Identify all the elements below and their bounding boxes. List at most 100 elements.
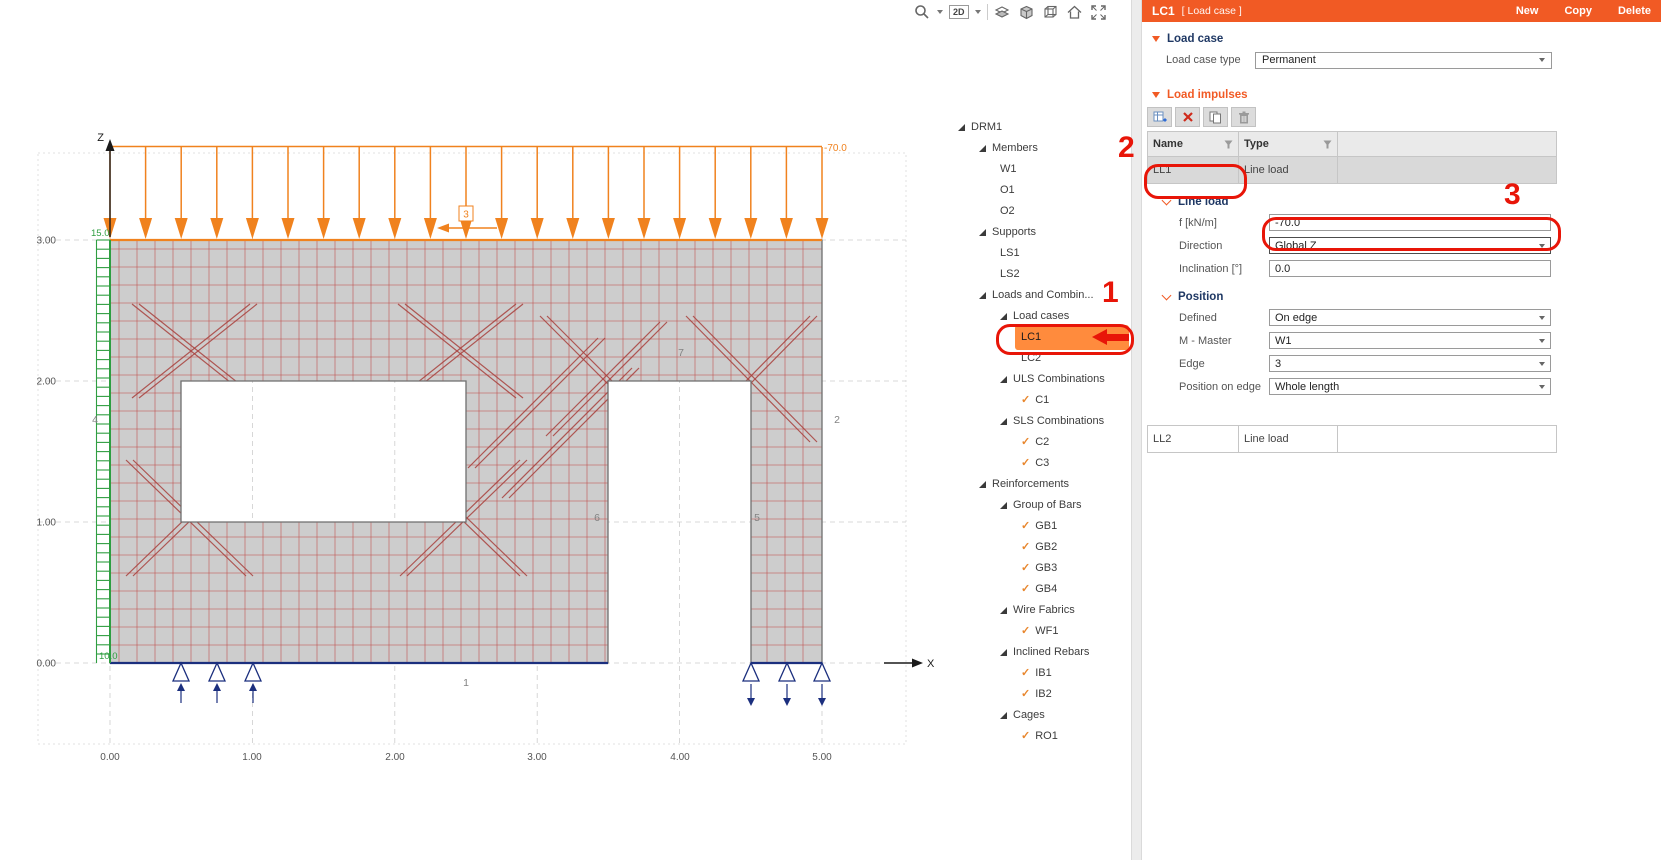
f-input[interactable]: [1269, 214, 1551, 231]
delete-button[interactable]: Delete: [1618, 5, 1651, 17]
checkbox-checked-icon[interactable]: ✓: [1021, 453, 1030, 474]
tree-item-ls1[interactable]: LS1: [950, 243, 1131, 264]
line-load-subsection[interactable]: Line load: [1161, 195, 1557, 208]
expand-icon[interactable]: [979, 292, 986, 299]
bottom-supports[interactable]: [171, 661, 832, 706]
checkbox-checked-icon[interactable]: ✓: [1021, 390, 1030, 411]
expand-icon[interactable]: [1000, 649, 1007, 656]
inclination-input[interactable]: [1269, 260, 1551, 277]
column-type[interactable]: Type: [1239, 132, 1338, 156]
master-select[interactable]: W1: [1269, 332, 1551, 349]
tree-item-gb1[interactable]: ✓ GB1: [950, 516, 1131, 537]
line-support-left[interactable]: [95, 239, 111, 663]
tree-item-lc1[interactable]: LC1: [950, 325, 1131, 350]
checkbox-checked-icon[interactable]: ✓: [1021, 432, 1030, 453]
tree-item-o2[interactable]: O2: [950, 201, 1131, 222]
view-mode-select[interactable]: 2D: [949, 5, 969, 19]
checkbox-checked-icon[interactable]: ✓: [1021, 537, 1030, 558]
tree-item-wf1[interactable]: ✓ WF1: [950, 621, 1131, 642]
new-button[interactable]: New: [1516, 5, 1539, 17]
tree-item-supports[interactable]: Supports: [950, 222, 1131, 243]
edge-select[interactable]: 3: [1269, 355, 1551, 372]
tree-item-gb4[interactable]: ✓ GB4: [950, 579, 1131, 600]
tree-item-ls2[interactable]: LS2: [950, 264, 1131, 285]
load-case-type-select[interactable]: Permanent: [1255, 51, 1552, 69]
tree-item-uls-combinations[interactable]: ULS Combinations: [950, 369, 1131, 390]
checkbox-checked-icon[interactable]: ✓: [1021, 621, 1030, 642]
tree-item-members[interactable]: Members: [950, 138, 1131, 159]
direction-select[interactable]: Global Z: [1269, 237, 1551, 254]
structural-view[interactable]: -70.0 3 15.0 10.0 Z X 3.00 2.00 1.00 0.0…: [0, 0, 948, 860]
expand-icon[interactable]: [1000, 313, 1007, 320]
collapse-icon[interactable]: [1152, 92, 1160, 98]
filter-icon[interactable]: [1224, 140, 1233, 149]
cell-ll1-type[interactable]: Line load: [1239, 157, 1338, 183]
defined-select[interactable]: On edge: [1269, 309, 1551, 326]
tree-item-loads-and-combin-[interactable]: Loads and Combin...: [950, 285, 1131, 306]
tree-item-ib2[interactable]: ✓ IB2: [950, 684, 1131, 705]
tree-item-reinforcements[interactable]: Reinforcements: [950, 474, 1131, 495]
add-impulse-button[interactable]: [1147, 107, 1172, 127]
chevron-down-icon[interactable]: [1161, 290, 1172, 300]
tree-item-c2[interactable]: ✓ C2: [950, 432, 1131, 453]
cell-ll1-name[interactable]: LL1: [1148, 157, 1239, 183]
tree-item-group-of-bars[interactable]: Group of Bars: [950, 495, 1131, 516]
load-impulses-section-header[interactable]: Load impulses: [1152, 89, 1661, 101]
tree-item-inclined-rebars[interactable]: Inclined Rebars: [950, 642, 1131, 663]
expand-icon[interactable]: [1000, 418, 1007, 425]
view-mode-dropdown-icon[interactable]: [974, 10, 981, 14]
copy-button[interactable]: Copy: [1564, 5, 1592, 17]
trash-icon[interactable]: [1231, 107, 1256, 127]
tree-item-c3[interactable]: ✓ C3: [950, 453, 1131, 474]
tree-item-gb2[interactable]: ✓ GB2: [950, 537, 1131, 558]
collapse-icon[interactable]: [1152, 36, 1160, 42]
viewport-2d[interactable]: -70.0 3 15.0 10.0 Z X 3.00 2.00 1.00 0.0…: [0, 0, 948, 860]
checkbox-checked-icon[interactable]: ✓: [1021, 579, 1030, 600]
chevron-down-icon[interactable]: [1161, 195, 1172, 205]
view-cube-wire-icon[interactable]: [1042, 3, 1060, 21]
expand-icon[interactable]: [1000, 502, 1007, 509]
tree-item-ib1[interactable]: ✓ IB1: [950, 663, 1131, 684]
view-cube-solid-icon[interactable]: [1018, 3, 1036, 21]
copy-impulse-button[interactable]: [1203, 107, 1228, 127]
filter-icon[interactable]: [1323, 140, 1332, 149]
tree-item-o1[interactable]: O1: [950, 180, 1131, 201]
tree-item-w1[interactable]: W1: [950, 159, 1131, 180]
line-load-arrows[interactable]: [103, 147, 829, 239]
expand-icon[interactable]: [1000, 376, 1007, 383]
expand-icon[interactable]: [979, 481, 986, 488]
checkbox-checked-icon[interactable]: ✓: [1021, 516, 1030, 537]
table-row-ll1[interactable]: LL1 Line load: [1147, 157, 1557, 184]
table-row-ll2[interactable]: LL2 Line load: [1147, 426, 1557, 453]
cell-ll2-type[interactable]: Line load: [1239, 426, 1338, 452]
tree-item-load-cases[interactable]: Load cases: [950, 306, 1131, 327]
expand-icon[interactable]: [1000, 607, 1007, 614]
column-name[interactable]: Name: [1148, 132, 1239, 156]
position-subsection[interactable]: Position: [1161, 290, 1557, 303]
load-case-section-header[interactable]: Load case: [1152, 33, 1661, 45]
home-icon[interactable]: [1066, 3, 1084, 21]
zoom-fit-icon[interactable]: [1090, 3, 1108, 21]
delete-impulse-button[interactable]: [1175, 107, 1200, 127]
position-on-edge-select[interactable]: Whole length: [1269, 378, 1551, 395]
panel-splitter[interactable]: [1131, 0, 1142, 860]
tree-item-sls-combinations[interactable]: SLS Combinations: [950, 411, 1131, 432]
expand-icon[interactable]: [979, 145, 986, 152]
tree-item-gb3[interactable]: ✓ GB3: [950, 558, 1131, 579]
checkbox-checked-icon[interactable]: ✓: [1021, 663, 1030, 684]
checkbox-checked-icon[interactable]: ✓: [1021, 558, 1030, 579]
tree-item-drm1[interactable]: DRM1: [950, 117, 1131, 138]
expand-icon[interactable]: [1000, 712, 1007, 719]
expand-icon[interactable]: [979, 229, 986, 236]
tree-item-lc2[interactable]: LC2: [950, 348, 1131, 369]
cell-ll2-name[interactable]: LL2: [1148, 426, 1239, 452]
checkbox-checked-icon[interactable]: ✓: [1021, 684, 1030, 705]
expand-icon[interactable]: [958, 124, 965, 131]
tree-item-c1[interactable]: ✓ C1: [950, 390, 1131, 411]
view-planes-icon[interactable]: [994, 3, 1012, 21]
zoom-icon[interactable]: [913, 3, 931, 21]
zoom-dropdown-icon[interactable]: [937, 10, 943, 14]
checkbox-checked-icon[interactable]: ✓: [1021, 726, 1030, 747]
tree-item-ro1[interactable]: ✓ RO1: [950, 726, 1131, 747]
tree-item-wire-fabrics[interactable]: Wire Fabrics: [950, 600, 1131, 621]
